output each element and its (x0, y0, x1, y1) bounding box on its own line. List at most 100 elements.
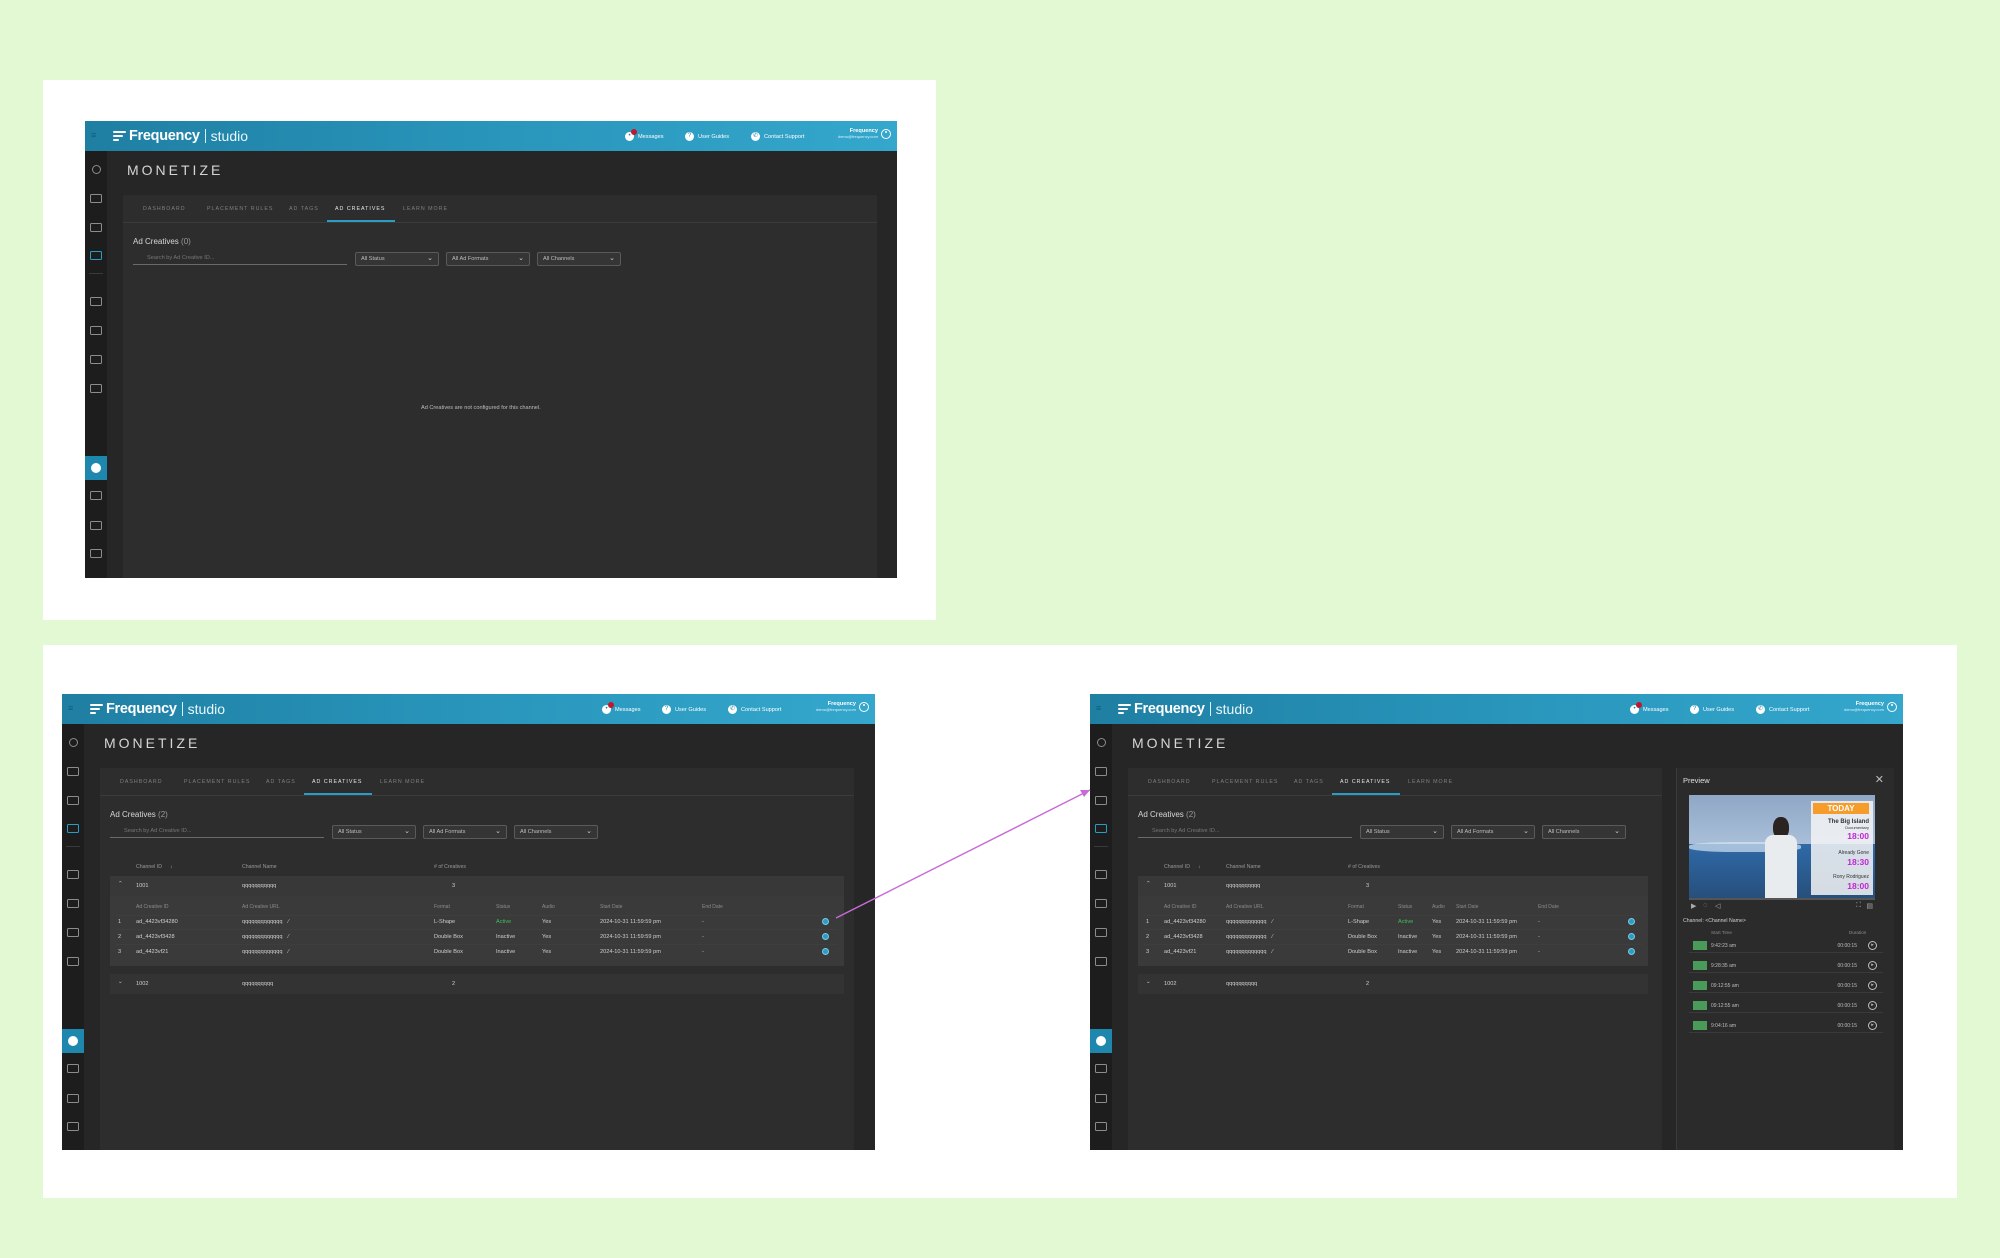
sidebar-epg-icon[interactable] (1095, 957, 1107, 966)
logo[interactable]: Frequency studio (1118, 700, 1253, 718)
sidebar-ingest-icon[interactable] (1095, 796, 1107, 805)
tab-learn-more[interactable]: LEARN MORE (380, 779, 425, 785)
sidebar-users-icon[interactable] (67, 1094, 79, 1103)
tab-ad-tags[interactable]: AD TAGS (289, 206, 319, 212)
play-circle-icon[interactable]: ▸ (1868, 981, 1877, 990)
contact-support-link[interactable]: ✆ Contact Support (1756, 704, 1809, 715)
sidebar-analytics-icon[interactable] (1095, 1064, 1107, 1073)
sidebar-users-icon[interactable] (1095, 1094, 1107, 1103)
fullscreen-icon[interactable]: ⛶ (1856, 902, 1861, 910)
menu-icon[interactable]: ≡ (68, 704, 77, 713)
col-channel-id[interactable]: Channel ID (1164, 864, 1190, 870)
list-item[interactable]: 9:42:23 am 00:00:15 ▸ (1689, 938, 1883, 953)
chevron-down-icon[interactable]: ⌄ (1146, 979, 1151, 985)
tab-dashboard[interactable]: DASHBOARD (143, 206, 186, 212)
status-filter-select[interactable]: All Status ⌄ (1360, 825, 1444, 839)
preview-eye-icon[interactable] (1628, 933, 1635, 940)
sidebar-schedule-icon[interactable] (1095, 899, 1107, 908)
col-channel-id[interactable]: Channel ID (136, 864, 162, 870)
sidebar-video-icon[interactable] (67, 870, 79, 879)
sidebar-monetize-active[interactable] (1090, 1029, 1112, 1053)
sidebar-ingest-icon[interactable] (90, 223, 102, 232)
channel-filter-select[interactable]: All Channels ⌄ (514, 825, 598, 839)
edit-icon[interactable]: ⁄ (288, 934, 289, 940)
user-guides-link[interactable]: ? User Guides (685, 131, 729, 142)
edit-icon[interactable]: ⁄ (1272, 949, 1273, 955)
chevron-up-icon[interactable]: ⌃ (118, 881, 123, 887)
sidebar-channels-icon[interactable] (90, 194, 102, 203)
tab-dashboard[interactable]: DASHBOARD (120, 779, 163, 785)
tab-ad-tags[interactable]: AD TAGS (266, 779, 296, 785)
sidebar-channels-icon[interactable] (67, 767, 79, 776)
preview-eye-icon[interactable] (1628, 918, 1635, 925)
tab-dashboard[interactable]: DASHBOARD (1148, 779, 1191, 785)
logo[interactable]: Frequency studio (90, 700, 225, 718)
contact-support-link[interactable]: ✆ Contact Support (751, 131, 804, 142)
sidebar-video-icon[interactable] (1095, 870, 1107, 879)
sidebar-users-icon[interactable] (90, 521, 102, 530)
logo[interactable]: Frequency studio (113, 127, 248, 145)
play-circle-icon[interactable]: ▸ (1868, 941, 1877, 950)
sidebar-playlist-icon[interactable] (1095, 928, 1107, 937)
edit-icon[interactable]: ⁄ (288, 919, 289, 925)
tab-ad-creatives[interactable]: AD CREATIVES (312, 779, 362, 785)
tab-placement-rules[interactable]: PLACEMENT RULES (184, 779, 250, 785)
close-icon[interactable]: ✕ (1875, 773, 1884, 786)
sidebar-schedule-icon[interactable] (67, 899, 79, 908)
list-item[interactable]: 9:04:16 am 00:00:15 ▸ (1689, 1018, 1883, 1033)
menu-icon[interactable]: ≡ (1096, 704, 1105, 713)
captions-icon[interactable]: ▤ (1866, 902, 1873, 910)
sidebar-reports-icon[interactable] (1095, 1122, 1107, 1131)
search-input[interactable]: Search by Ad Creative ID... (1138, 824, 1352, 838)
sidebar-reports-icon[interactable] (67, 1122, 79, 1131)
sidebar-broadcast-icon[interactable] (67, 824, 79, 833)
tab-ad-creatives[interactable]: AD CREATIVES (1340, 779, 1390, 785)
mute-icon[interactable]: ◁ (1715, 902, 1720, 910)
user-menu[interactable]: Frequency demo@frequency.com (816, 701, 869, 712)
user-guides-link[interactable]: ? User Guides (1690, 704, 1734, 715)
sidebar-video-icon[interactable] (90, 297, 102, 306)
sidebar-channels-icon[interactable] (1095, 767, 1107, 776)
preview-eye-icon[interactable] (1628, 948, 1635, 955)
video-progress[interactable] (1689, 898, 1875, 900)
format-filter-select[interactable]: All Ad Formats ⌄ (423, 825, 507, 839)
preview-eye-icon[interactable] (822, 948, 829, 955)
sidebar-schedule-icon[interactable] (90, 326, 102, 335)
chevron-up-icon[interactable]: ⌃ (1146, 881, 1151, 887)
tab-placement-rules[interactable]: PLACEMENT RULES (1212, 779, 1278, 785)
status-filter-select[interactable]: All Status ⌄ (355, 252, 439, 266)
play-circle-icon[interactable]: ▸ (1868, 1001, 1877, 1010)
channel-group-1001[interactable]: ⌃ 1001 qqqqqqqqqqq 3 (110, 876, 844, 896)
channel-group-1002[interactable]: ⌄ 1002 qqqqqqqqqq 2 (110, 974, 844, 994)
sort-down-icon[interactable]: ↓ (170, 864, 173, 870)
channel-filter-select[interactable]: All Channels ⌄ (537, 252, 621, 266)
preview-eye-icon[interactable] (822, 918, 829, 925)
search-input[interactable]: Search by Ad Creative ID... (133, 251, 347, 265)
replay-icon[interactable]: ◌ (1703, 902, 1707, 909)
channel-filter-select[interactable]: All Channels ⌄ (1542, 825, 1626, 839)
list-item[interactable]: 09:12:55 am 00:00:15 ▸ (1689, 978, 1883, 993)
play-circle-icon[interactable]: ▸ (1868, 1021, 1877, 1030)
sort-down-icon[interactable]: ↓ (1198, 864, 1201, 870)
contact-support-link[interactable]: ✆ Contact Support (728, 704, 781, 715)
list-item[interactable]: 9:28:35 am 00:00:15 ▸ (1689, 958, 1883, 973)
chevron-down-icon[interactable]: ⌄ (118, 979, 123, 985)
tab-placement-rules[interactable]: PLACEMENT RULES (207, 206, 273, 212)
menu-icon[interactable]: ≡ (91, 131, 100, 140)
play-circle-icon[interactable]: ▸ (1868, 961, 1877, 970)
channel-group-1002[interactable]: ⌄ 1002 qqqqqqqqqq 2 (1138, 974, 1648, 994)
tab-learn-more[interactable]: LEARN MORE (1408, 779, 1453, 785)
search-input[interactable]: Search by Ad Creative ID... (110, 824, 324, 838)
tab-ad-creatives[interactable]: AD CREATIVES (335, 206, 385, 212)
format-filter-select[interactable]: All Ad Formats ⌄ (446, 252, 530, 266)
sidebar-reports-icon[interactable] (90, 549, 102, 558)
preview-eye-icon[interactable] (822, 933, 829, 940)
sidebar-monetize-active[interactable] (62, 1029, 84, 1053)
sidebar-analytics-icon[interactable] (67, 1064, 79, 1073)
channel-group-1001[interactable]: ⌃ 1001 qqqqqqqqqqq 3 (1138, 876, 1648, 896)
video-player[interactable]: TODAY The Big Island Documentary 18:00 A… (1689, 795, 1875, 898)
messages-link[interactable]: • Messages (1630, 702, 1669, 715)
user-guides-link[interactable]: ? User Guides (662, 704, 706, 715)
user-menu[interactable]: Frequency demo@frequency.com (1844, 701, 1897, 712)
sidebar-monetize-active[interactable] (85, 456, 107, 480)
